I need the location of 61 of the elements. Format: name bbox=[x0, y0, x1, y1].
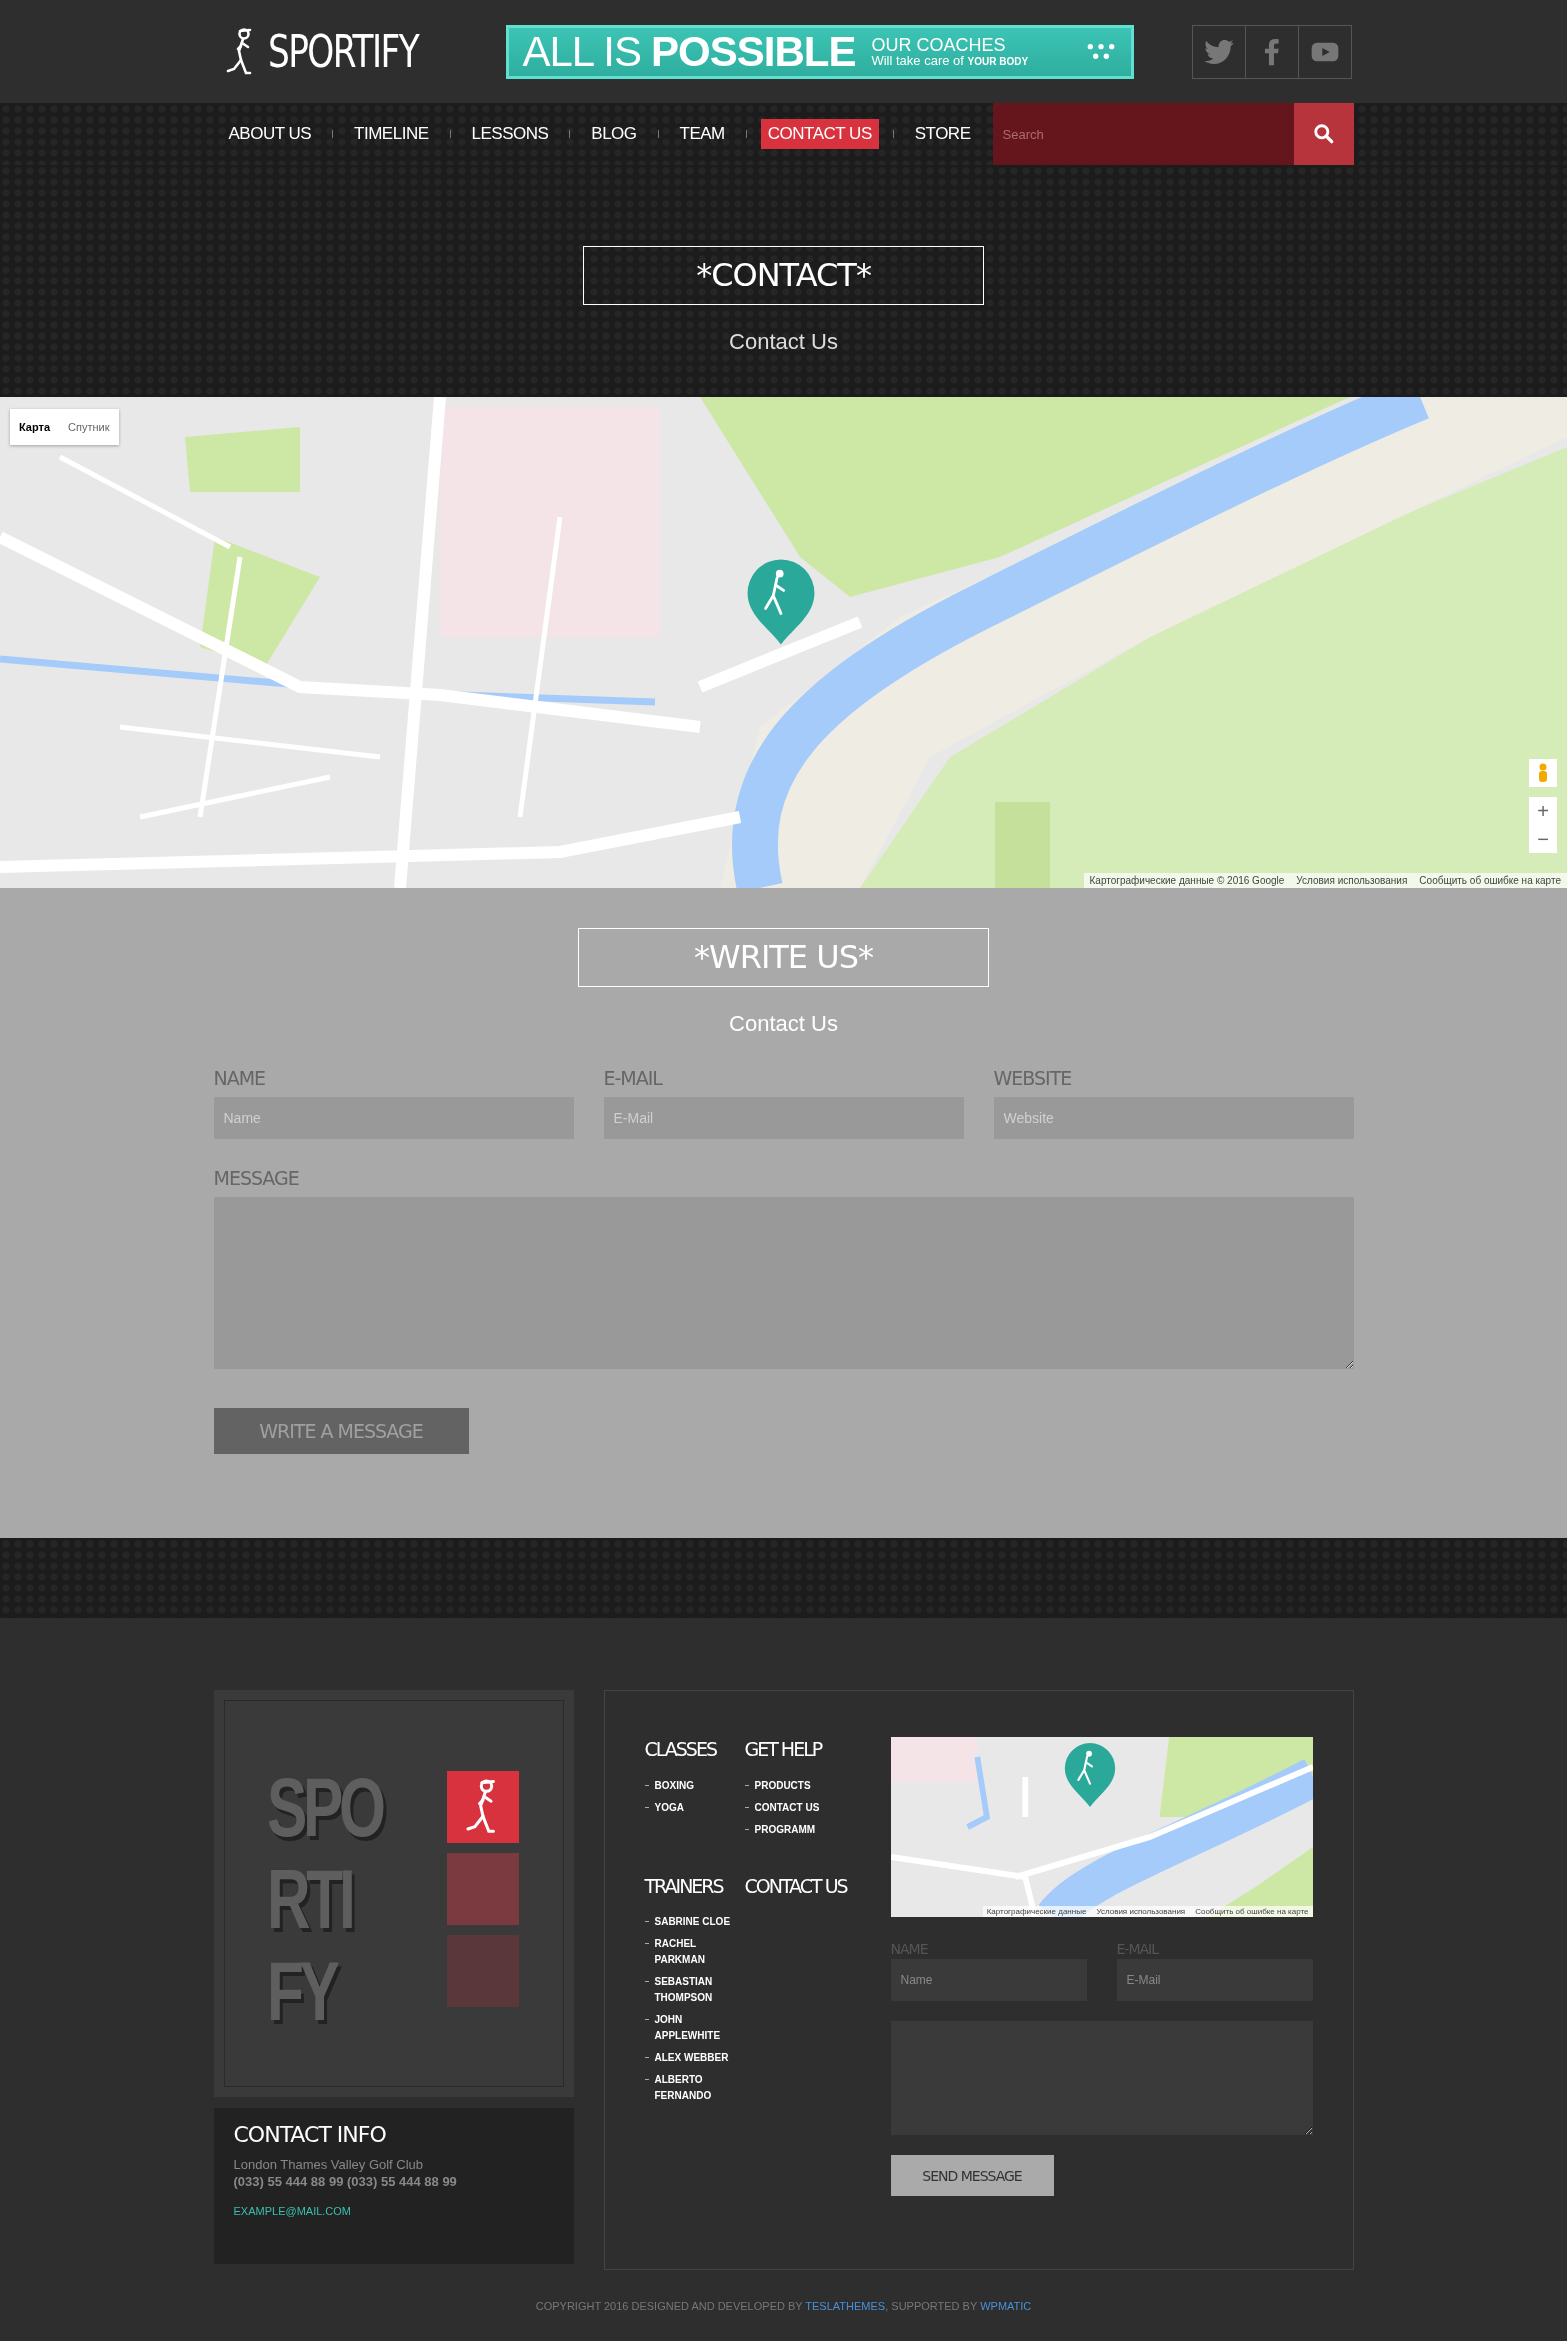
banner-headline: POSSIBLE bbox=[651, 27, 856, 76]
nav-link[interactable]: BLOG bbox=[584, 119, 644, 149]
attribution-link[interactable]: Сообщить об ошибке на карте bbox=[1419, 875, 1561, 886]
section-title: *CONTACT* bbox=[583, 246, 984, 305]
menu-link[interactable]: SABRINE CLOE bbox=[654, 1914, 735, 1931]
nav-link[interactable]: TIMELINE bbox=[347, 119, 436, 149]
section-title: *WRITE US* bbox=[578, 928, 989, 987]
menu-heading: GET HELP bbox=[744, 1737, 823, 1762]
menu-link[interactable]: CONTACT US bbox=[754, 1799, 835, 1816]
field-label: E-MAIL bbox=[603, 1067, 664, 1089]
menu-link[interactable]: ALEX WEBBER bbox=[654, 2050, 735, 2067]
send-button[interactable]: SEND MESSAGE bbox=[890, 2155, 1054, 2196]
field-label: MESSAGE bbox=[213, 1167, 300, 1189]
section-subtitle: Contact Us bbox=[728, 329, 839, 355]
contact-title: CONTACT INFO bbox=[233, 2122, 387, 2147]
field-label: WEBSITE bbox=[993, 1067, 1073, 1089]
attribution-link[interactable]: Картографические данные © 2016 Google bbox=[1089, 875, 1285, 886]
address-text: London Thames Valley Golf Club bbox=[233, 2157, 425, 2172]
attribution-link[interactable]: Сообщить об ошибке на карте bbox=[1195, 1907, 1309, 1916]
banner-headline: ALL IS bbox=[522, 27, 642, 76]
field-label: NAME bbox=[213, 1067, 267, 1089]
nav-link[interactable]: LESSONS bbox=[464, 119, 556, 149]
search-button[interactable] bbox=[1293, 103, 1354, 165]
bird-icon[interactable] bbox=[1191, 24, 1246, 79]
banner-tagline: Will take care of YOUR BODY bbox=[871, 54, 1029, 67]
nav-link[interactable]: STORE bbox=[907, 119, 978, 149]
input-field[interactable]: Name bbox=[890, 1959, 1087, 2001]
menu-link[interactable]: BOXING bbox=[654, 1777, 735, 1794]
search-field[interactable]: Search bbox=[992, 103, 1294, 165]
attribution-link[interactable]: Условия использования bbox=[1096, 1907, 1186, 1916]
menu-link[interactable]: SEBASTIAN THOMPSON bbox=[654, 1974, 735, 2007]
attribution-link[interactable]: Условия использования bbox=[1296, 875, 1408, 886]
input-field[interactable]: E-Mail bbox=[1116, 1959, 1313, 2001]
email-link[interactable]: EXAMPLE@MAIL.COM bbox=[233, 2205, 352, 2217]
nav-link[interactable]: TEAM bbox=[672, 119, 732, 149]
section-subtitle: Contact Us bbox=[728, 1011, 839, 1037]
message-field[interactable] bbox=[890, 2021, 1313, 2135]
menu-heading: CLASSES bbox=[644, 1737, 718, 1762]
attribution-link[interactable]: Картографические данные bbox=[986, 1907, 1087, 1916]
nav-link[interactable]: CONTACT US bbox=[760, 119, 879, 149]
map-type-tab[interactable]: Карта bbox=[10, 409, 60, 445]
menu-heading: TRAINERS bbox=[644, 1873, 725, 1899]
person-icon[interactable] bbox=[1529, 759, 1557, 787]
logo-text[interactable]: SPORTIFY bbox=[267, 26, 418, 77]
search-icon bbox=[1312, 123, 1335, 145]
phone-text: (033) 55 444 88 99 (033) 55 444 88 99 bbox=[233, 2174, 458, 2189]
menu-link[interactable]: PROGRAMM bbox=[754, 1821, 835, 1838]
menu-link[interactable]: YOGA bbox=[654, 1799, 735, 1816]
menu-link[interactable]: RACHEL PARKMAN bbox=[654, 1936, 735, 1969]
map-type-tab[interactable]: Спутник bbox=[59, 409, 119, 445]
credit-link[interactable]: WPMATIC bbox=[980, 2300, 1032, 2312]
copyright-text: COPYRIGHT 2016 DESIGNED AND DEVELOPED BY TESLATHEMES, SUPPORTED BY WPMATIC bbox=[534, 2300, 1033, 2312]
message-field[interactable] bbox=[213, 1197, 1354, 1369]
menu-link[interactable]: JOHN APPLEWHITE bbox=[654, 2012, 735, 2045]
menu-link[interactable]: ALBERTO FERNANDO bbox=[654, 2072, 735, 2105]
facebook-icon[interactable] bbox=[1244, 24, 1299, 79]
menu-link[interactable]: PRODUCTS bbox=[754, 1777, 835, 1794]
video-icon[interactable] bbox=[1297, 24, 1352, 79]
banner-tagline: OUR COACHES bbox=[871, 36, 1007, 54]
nav-link[interactable]: ABOUT US bbox=[221, 119, 319, 149]
menu-heading: CONTACT US bbox=[744, 1873, 849, 1899]
